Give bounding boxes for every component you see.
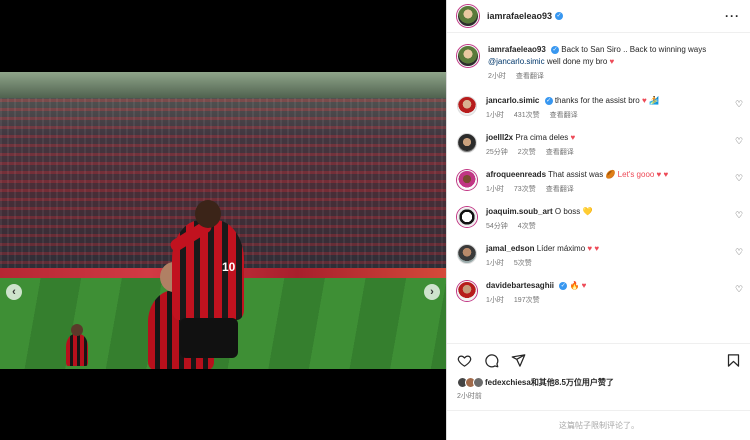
comments-list[interactable]: iamrafaeleao93 ✓ Back to San Siro .. Bac… (447, 34, 750, 342)
comment-time: 1小时 (486, 112, 504, 119)
chevron-right-icon[interactable]: › (424, 284, 440, 300)
comment-item: joaquim.soub_art O boss 💛 54分钟 4次赞 ♡ (447, 206, 750, 231)
more-icon[interactable]: ··· (725, 9, 740, 23)
comment-emoji: 🏉 Let's gooo ♥ ♥ (605, 170, 669, 179)
comment-text: Pra cima deles (515, 133, 569, 142)
comment-emoji: 🔥 ♥ (569, 281, 587, 290)
comment-time: 1小时 (486, 260, 504, 267)
comment-item: jamal_edson Líder máximo ♥ ♥ 1小时 5次赞 ♡ (447, 243, 750, 268)
comment-emoji: 💛 (582, 207, 593, 216)
comment-likes[interactable]: 73次赞 (514, 184, 536, 194)
comment-time: 54分钟 (486, 223, 508, 230)
see-translation-link[interactable]: 查看翻译 (550, 110, 578, 120)
comment-text: thanks for the assist bro (554, 96, 640, 105)
avatar[interactable] (457, 170, 477, 190)
avatar[interactable] (457, 281, 477, 301)
heart-icon[interactable]: ♡ (735, 211, 744, 220)
caption: iamrafaeleao93 ✓ Back to San Siro .. Bac… (447, 44, 750, 81)
comment-emoji: ♥ 🏄 (642, 96, 659, 105)
far-player (66, 334, 88, 366)
comment-username[interactable]: joaquim.soub_art (486, 207, 553, 216)
likes-count-text[interactable]: 和其他8.5万位用户赞了 (531, 377, 614, 388)
comment-item: joelll2x Pra cima deles ♥ 25分钟 2次赞 查看翻译 … (447, 132, 750, 157)
comment-username[interactable]: jancarlo.simic (486, 96, 539, 105)
divider (447, 343, 750, 344)
comment-text: O boss (554, 207, 581, 216)
avatar[interactable] (457, 207, 477, 227)
avatar[interactable] (457, 45, 479, 67)
comment-icon[interactable] (484, 353, 499, 368)
comment-item: jancarlo.simic ✓ thanks for the assist b… (447, 95, 750, 120)
save-icon[interactable] (726, 353, 741, 368)
caption-mention[interactable]: @jancarlo.simic (488, 57, 545, 66)
heart-icon[interactable]: ♡ (735, 174, 744, 183)
caption-tail: well done my bro (546, 57, 608, 66)
see-translation-link[interactable]: 查看翻译 (546, 147, 574, 157)
post-header: iamrafaeleao93 ✓ ··· (447, 0, 750, 33)
main-player-shorts (180, 318, 238, 358)
post-panel: iamrafaeleao93 ✓ ··· iamrafaeleao93 ✓ Ba… (446, 0, 750, 440)
stadium-roof (0, 72, 446, 98)
heart-icon[interactable]: ♡ (735, 137, 744, 146)
avatar[interactable] (457, 244, 477, 264)
main-player-number: 10 (222, 260, 236, 274)
post-photo[interactable]: 92 10 ‹ › (0, 72, 446, 369)
red-heart-emoji: ♥ (609, 57, 615, 66)
heart-icon[interactable]: ♡ (735, 248, 744, 257)
liker-avatars (457, 377, 484, 388)
heart-icon[interactable]: ♡ (735, 285, 744, 294)
see-translation-link[interactable]: 查看翻译 (516, 71, 544, 81)
share-icon[interactable] (511, 353, 526, 368)
verified-badge-icon: ✓ (544, 96, 553, 105)
verified-badge-icon: ✓ (551, 45, 560, 54)
post-modal: 92 10 ‹ › iamrafaeleao93 ✓ ··· (0, 0, 750, 440)
comment-username[interactable]: jamal_edson (486, 244, 534, 253)
action-bar (457, 351, 741, 369)
comment-likes[interactable]: 197次赞 (514, 295, 540, 305)
avatar[interactable] (457, 96, 477, 116)
verified-badge-icon: ✓ (555, 12, 564, 20)
verified-badge-icon: ✓ (559, 281, 568, 290)
heart-icon[interactable]: ♡ (735, 100, 744, 109)
see-translation-link[interactable]: 查看翻译 (546, 184, 574, 194)
comment-emoji: ♥ (570, 133, 576, 142)
comment-emoji: ♥ ♥ (587, 244, 600, 253)
likes-summary: fedexchiesa 和其他8.5万位用户赞了 (457, 377, 614, 388)
avatar[interactable] (457, 133, 477, 153)
caption-text: Back to San Siro .. Back to winning ways (561, 45, 707, 54)
comment-time: 1小时 (486, 297, 504, 304)
main-player-head (195, 200, 221, 228)
comment-time: 1小时 (486, 186, 504, 193)
comment-time: 25分钟 (486, 149, 508, 156)
comment-username[interactable]: joelll2x (486, 133, 513, 142)
caption-time: 2小时 (488, 73, 506, 80)
caption-username[interactable]: iamrafaeleao93 (488, 45, 546, 54)
far-player-head (71, 324, 83, 336)
comment-likes[interactable]: 5次赞 (514, 258, 532, 268)
comment-username[interactable]: afroqueenreads (486, 170, 546, 179)
avatar[interactable] (457, 5, 479, 27)
comment-item: afroqueenreads That assist was 🏉 Let's g… (447, 169, 750, 194)
comments-limited-notice: 这篇帖子限制评论了。 (447, 410, 750, 440)
comment-username[interactable]: davidebartesaghii (486, 281, 554, 290)
post-timestamp: 2小时前 (457, 393, 482, 400)
liker-username[interactable]: fedexchiesa (485, 378, 531, 387)
comment-item: davidebartesaghii ✓ 🔥 ♥ 1小时 197次赞 ♡ (447, 280, 750, 305)
heart-icon[interactable] (457, 353, 472, 368)
comment-text: Líder máximo (536, 244, 586, 253)
author-username[interactable]: iamrafaeleao93 (487, 11, 552, 21)
comment-likes[interactable]: 4次赞 (518, 221, 536, 231)
comment-text: That assist was (548, 170, 604, 179)
media-area: 92 10 ‹ › (0, 0, 446, 440)
chevron-left-icon[interactable]: ‹ (6, 284, 22, 300)
comment-likes[interactable]: 2次赞 (518, 147, 536, 157)
comment-likes[interactable]: 431次赞 (514, 110, 540, 120)
avatar (473, 377, 484, 388)
